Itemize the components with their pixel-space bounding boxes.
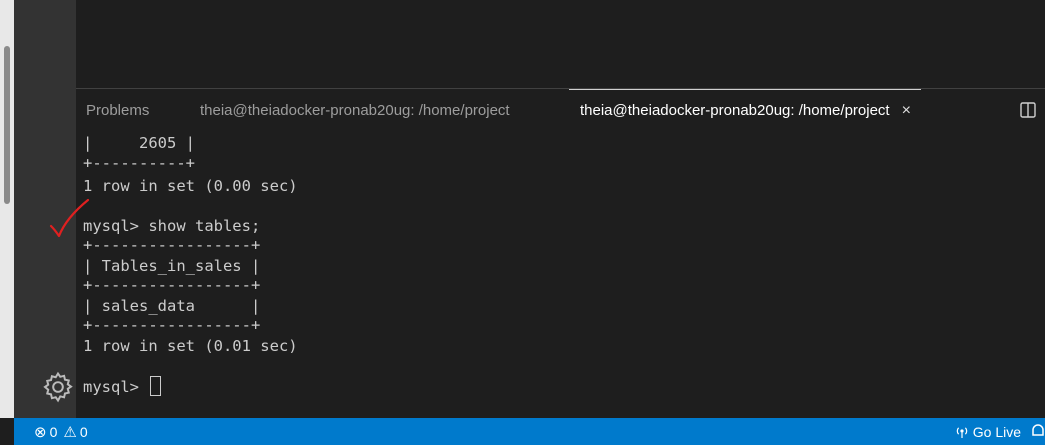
- editor-area: [76, 0, 1045, 88]
- terminal-prompt: mysql>: [83, 378, 149, 396]
- gear-icon[interactable]: [41, 370, 75, 404]
- broadcast-icon: [956, 426, 968, 438]
- terminal-line: +-----------------+: [83, 236, 261, 254]
- status-bar: ⊗ 0 ⚠ 0 Go Live: [14, 418, 1045, 445]
- tab-label: Problems: [86, 101, 150, 119]
- tab-label: theia@theiadocker-pronab20ug: /home/proj…: [580, 102, 890, 119]
- window-scrollbar[interactable]: [0, 0, 14, 418]
- terminal-line: | 2605 |: [83, 134, 195, 152]
- terminal-line: | Tables_in_sales |: [83, 257, 261, 275]
- terminal-line: +----------+: [83, 154, 195, 172]
- terminal-prompt-line: mysql>: [83, 376, 162, 396]
- tab-terminal-1[interactable]: theia@theiadocker-pronab20ug: /home/proj…: [200, 89, 510, 131]
- terminal-output[interactable]: | 2605 | +----------+ 1 row in set (0.00…: [83, 133, 1023, 419]
- warning-icon: ⚠: [63, 423, 77, 441]
- go-live-label: Go Live: [972, 423, 1021, 440]
- terminal-line: +-----------------+: [83, 276, 261, 294]
- ide-window: Problems theia@theiadocker-pronab20ug: /…: [0, 0, 1045, 445]
- terminal-line: 1 row in set (0.00 sec): [83, 177, 298, 195]
- bell-icon[interactable]: [1031, 423, 1045, 440]
- bottom-panel: Problems theia@theiadocker-pronab20ug: /…: [76, 88, 1045, 419]
- red-checkmark-annotation: [49, 198, 90, 238]
- error-count: 0: [49, 423, 58, 440]
- tab-terminal-2[interactable]: theia@theiadocker-pronab20ug: /home/proj…: [569, 89, 921, 131]
- terminal-line: +-----------------+: [83, 316, 261, 334]
- error-icon: ⊗: [34, 423, 47, 441]
- terminal-line: mysql> show tables;: [83, 217, 261, 235]
- terminal-cursor: [150, 376, 162, 396]
- problems-status[interactable]: ⊗ 0 ⚠ 0: [34, 418, 88, 445]
- terminal-line: | sales_data |: [83, 297, 261, 315]
- warning-count: 0: [79, 423, 88, 440]
- go-live-button[interactable]: Go Live: [955, 418, 1021, 445]
- panel-tabs: Problems theia@theiadocker-pronab20ug: /…: [76, 89, 1045, 131]
- close-icon[interactable]: ×: [902, 102, 911, 119]
- split-terminal-icon[interactable]: [1019, 101, 1037, 119]
- tab-problems[interactable]: Problems: [86, 89, 149, 131]
- terminal-line: 1 row in set (0.01 sec): [83, 337, 298, 355]
- scrollbar-thumb[interactable]: [4, 46, 10, 204]
- tab-label: theia@theiadocker-pronab20ug: /home/proj…: [200, 101, 510, 119]
